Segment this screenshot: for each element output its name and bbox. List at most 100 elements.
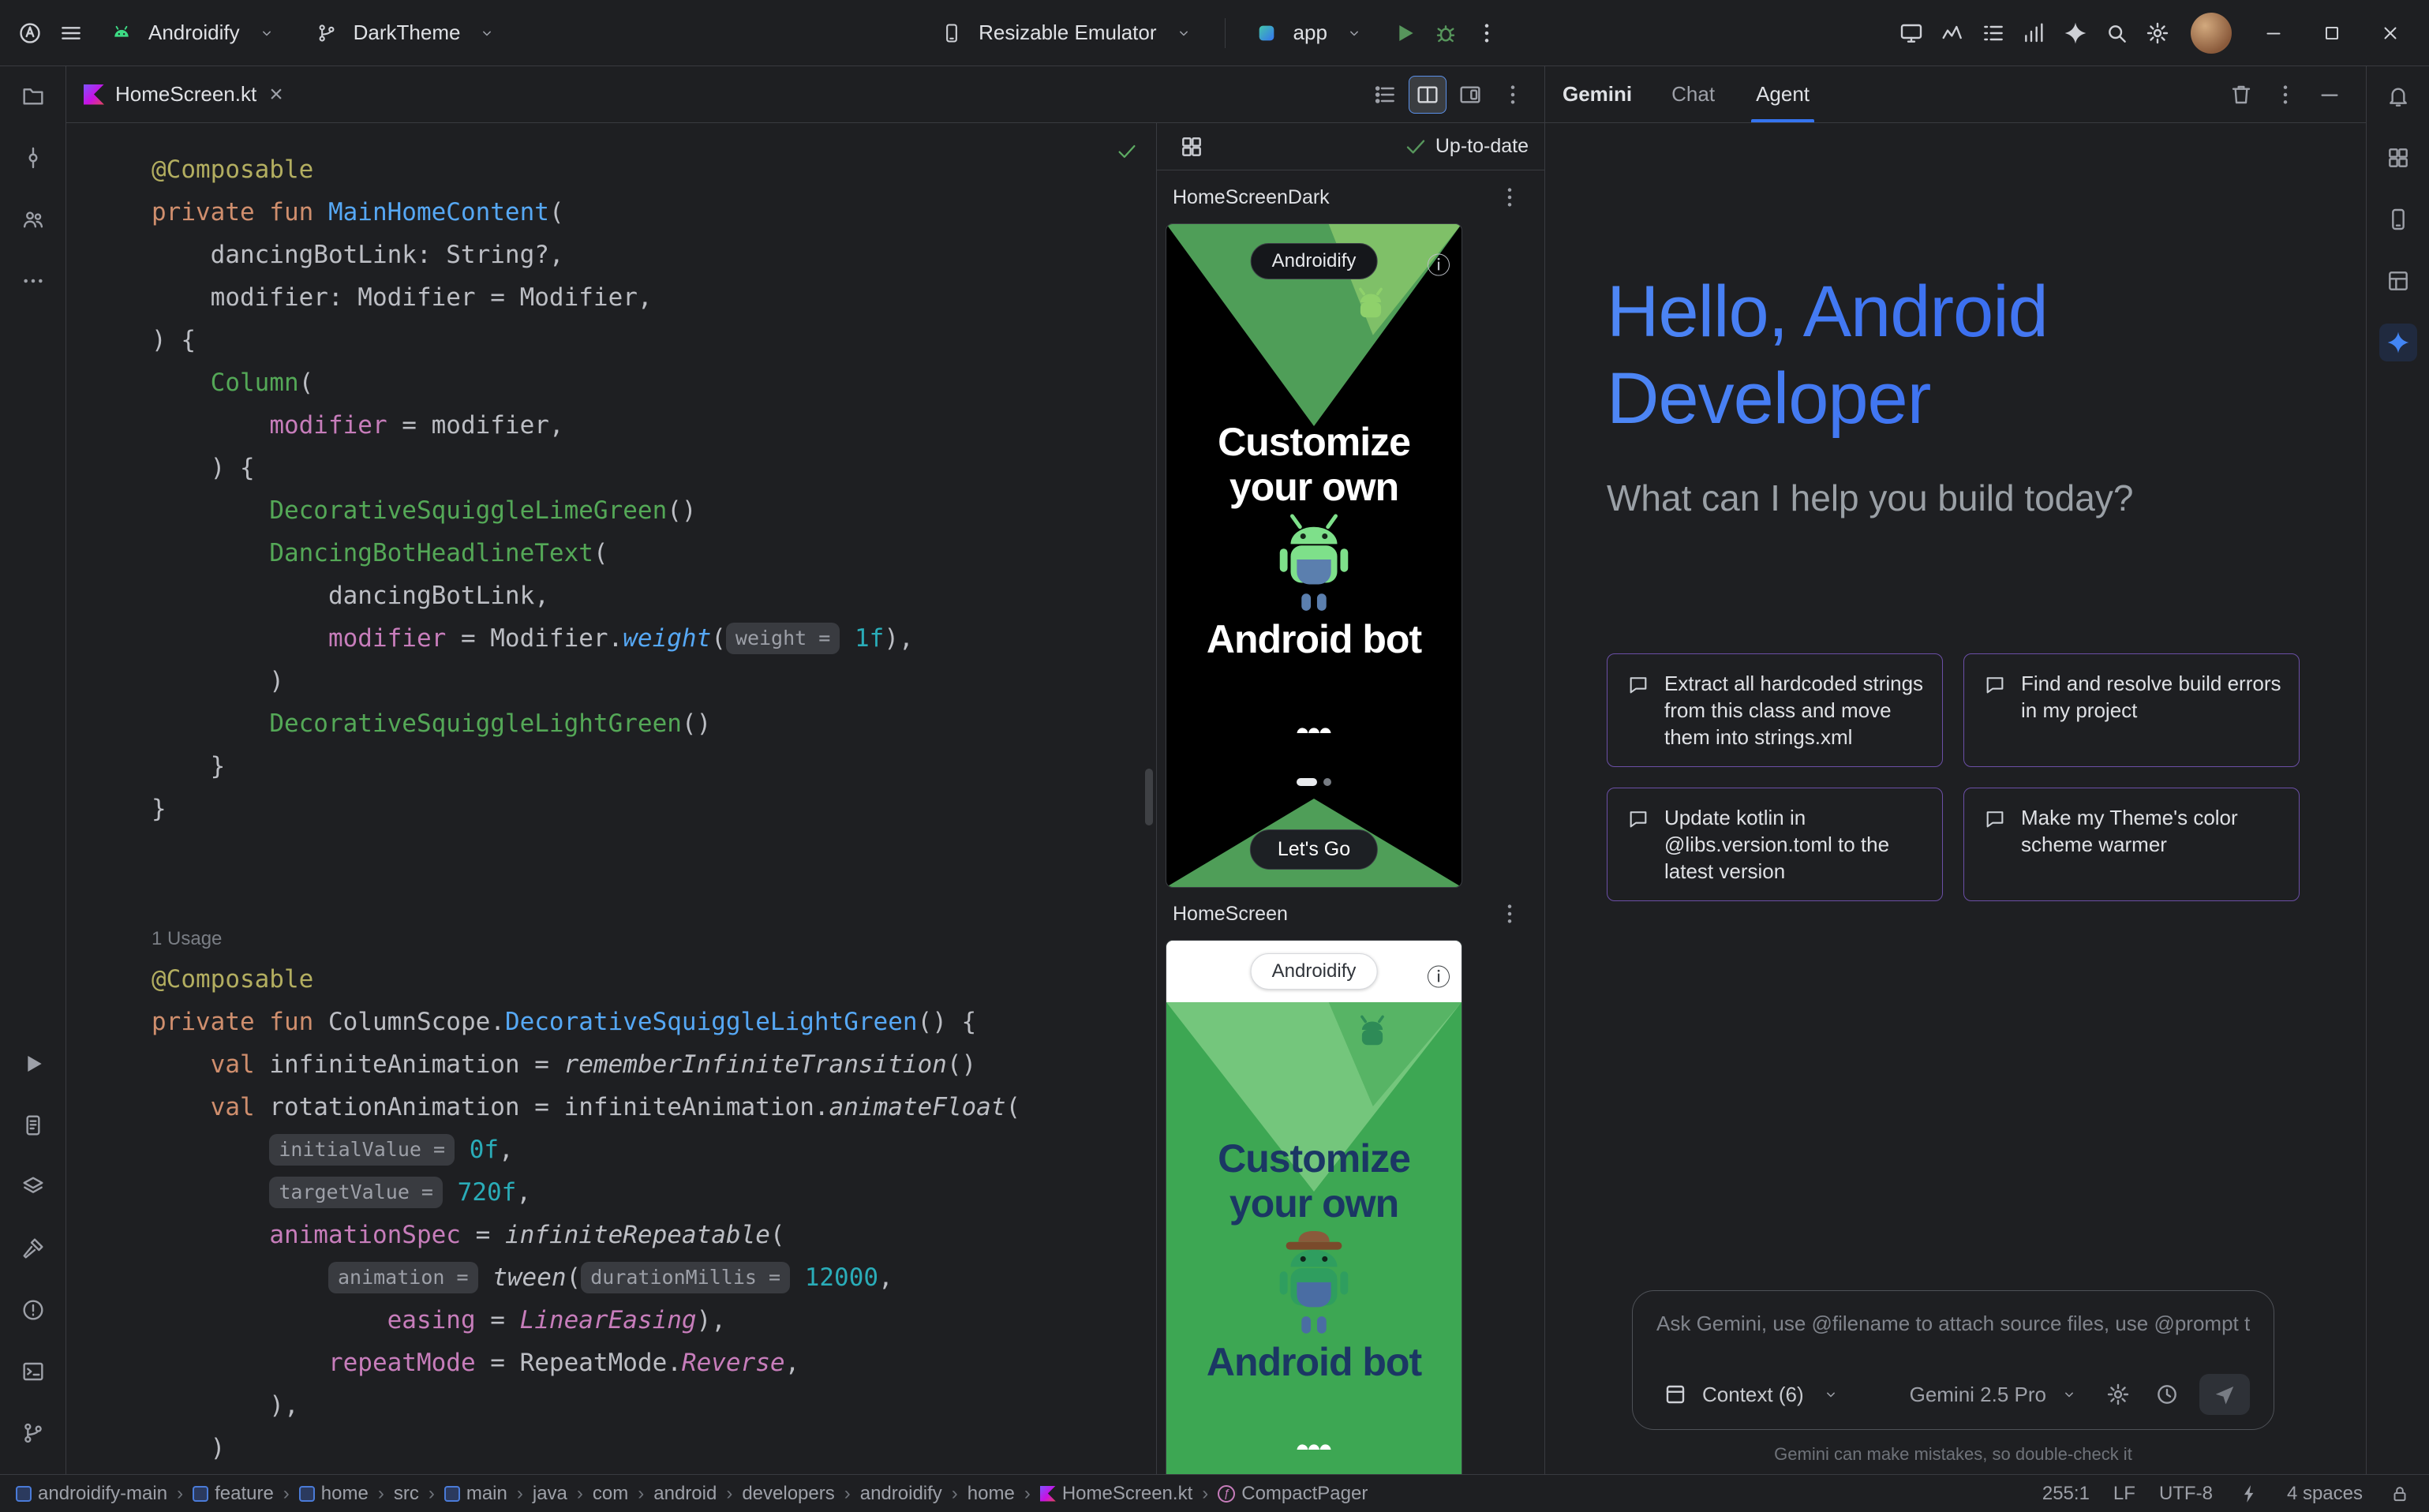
code-line: easing = LinearEasing), xyxy=(152,1299,1156,1342)
debug-button[interactable] xyxy=(1427,14,1465,52)
close-tab-icon[interactable]: × xyxy=(268,83,285,107)
tab-agent[interactable]: Agent xyxy=(1751,66,1814,122)
gemini-suggestion-card[interactable]: Make my Theme's color scheme warmer xyxy=(1963,788,2300,901)
settings-icon[interactable] xyxy=(2102,1378,2135,1411)
hide-panel-icon[interactable] xyxy=(2311,76,2349,114)
run-button[interactable] xyxy=(1386,14,1424,52)
send-button[interactable] xyxy=(2199,1374,2250,1415)
breadcrumb-item[interactable]: src xyxy=(394,1483,419,1505)
breadcrumb-item[interactable]: java xyxy=(533,1483,567,1505)
code-editor[interactable]: @Composableprivate fun MainHomeContent( … xyxy=(66,123,1156,1474)
gemini-suggestion-card[interactable]: Update kotlin in @libs.version.toml to t… xyxy=(1607,788,1943,901)
page-indicator xyxy=(1297,778,1331,786)
terminal-icon[interactable] xyxy=(14,1353,52,1390)
git-icon[interactable] xyxy=(14,1414,52,1452)
context-selector[interactable]: Context (6) xyxy=(1656,1375,1850,1413)
app-insights-icon[interactable] xyxy=(2015,14,2053,52)
breadcrumb-item[interactable]: feature xyxy=(193,1483,274,1505)
left-strip-bottom xyxy=(14,1045,52,1463)
suggestion-text: Make my Theme's color scheme warmer xyxy=(2021,804,2281,858)
profiler-icon[interactable] xyxy=(1933,14,1971,52)
inspections-ok-icon[interactable] xyxy=(1115,134,1139,177)
maximize-window-icon[interactable] xyxy=(2304,9,2360,57)
breadcrumb-item[interactable]: developers xyxy=(742,1483,834,1505)
device-explorer-icon[interactable] xyxy=(2379,200,2417,238)
commit-icon[interactable] xyxy=(14,139,52,177)
breadcrumb-item[interactable]: HomeScreen.kt xyxy=(1040,1483,1192,1505)
breadcrumb-item[interactable]: home xyxy=(299,1483,369,1505)
problems-icon[interactable] xyxy=(14,1291,52,1329)
more-horizontal-icon[interactable] xyxy=(14,262,52,300)
gemini-chat-icon[interactable] xyxy=(2057,14,2094,52)
gemini-suggestion-card[interactable]: Extract all hardcoded strings from this … xyxy=(1607,653,1943,767)
breadcrumb-item[interactable]: ƒCompactPager xyxy=(1218,1483,1368,1505)
logcat-icon[interactable] xyxy=(14,1106,52,1144)
search-icon[interactable] xyxy=(2098,14,2135,52)
more-vertical-icon[interactable] xyxy=(1494,76,1532,114)
file-encoding[interactable]: UTF-8 xyxy=(2159,1483,2213,1505)
preview-grid-icon[interactable] xyxy=(1173,128,1211,166)
tab-chat[interactable]: Chat xyxy=(1667,66,1720,122)
lock-icon[interactable] xyxy=(2386,1480,2413,1507)
more-vertical-icon[interactable] xyxy=(1491,895,1529,933)
project-selector[interactable]: Androidify xyxy=(93,8,295,58)
caret-position[interactable]: 255:1 xyxy=(2042,1483,2090,1505)
preview-phone-dark[interactable]: Androidify ⓘ Customize your own xyxy=(1166,224,1462,887)
user-avatar[interactable] xyxy=(2191,13,2232,54)
project-icon[interactable] xyxy=(14,77,52,115)
split-icon[interactable] xyxy=(1409,76,1447,114)
inspection-icon[interactable] xyxy=(14,1168,52,1206)
history-icon[interactable] xyxy=(2150,1378,2184,1411)
run-config-selector[interactable]: app xyxy=(1238,8,1383,58)
gemini-suggestion-card[interactable]: Find and resolve build errors in my proj… xyxy=(1963,653,2300,767)
more-vertical-icon[interactable] xyxy=(2266,76,2304,114)
layout-inspector-icon[interactable] xyxy=(2379,262,2417,300)
more-vertical-icon[interactable] xyxy=(1491,178,1529,216)
collaboration-icon[interactable] xyxy=(14,200,52,238)
info-icon: ⓘ xyxy=(1427,958,1450,993)
chevron-down-icon xyxy=(248,14,286,52)
line-ending[interactable]: LF xyxy=(2113,1483,2135,1505)
code-line: targetValue = 720f, xyxy=(152,1171,1156,1214)
breadcrumb-item[interactable]: android xyxy=(653,1483,717,1505)
resource-manager-icon[interactable] xyxy=(2379,139,2417,177)
todo-icon[interactable] xyxy=(1974,14,2012,52)
branch-selector[interactable]: DarkTheme xyxy=(298,8,516,58)
run-icon[interactable] xyxy=(14,1045,52,1083)
gemini-icon[interactable] xyxy=(2379,324,2417,361)
more-actions-icon[interactable] xyxy=(1468,14,1506,52)
trash-icon[interactable] xyxy=(2222,76,2260,114)
model-selector[interactable]: Gemini 2.5 Pro xyxy=(1910,1378,2086,1411)
device-selector[interactable]: Resizable Emulator xyxy=(923,8,1211,58)
app-name-pill: Androidify xyxy=(1251,243,1378,279)
breadcrumb-item[interactable]: androidify xyxy=(860,1483,942,1505)
main-menu-icon[interactable] xyxy=(52,14,90,52)
preview-scroll[interactable]: HomeScreenDark Androidify ⓘ Customize yo… xyxy=(1157,170,1544,1474)
gemini-prompt-input[interactable] xyxy=(1656,1312,2250,1336)
lets-go-button: Let's Go xyxy=(1250,829,1378,870)
editor-tabbar: HomeScreen.kt × xyxy=(66,66,1544,123)
chevron-down-icon xyxy=(1335,14,1373,52)
bolt-icon[interactable] xyxy=(2236,1480,2263,1507)
gemini-prompt-box[interactable]: Context (6) Gemini 2.5 Pro xyxy=(1632,1290,2274,1430)
device-streaming-icon[interactable] xyxy=(1892,14,1930,52)
bot-feet-icon xyxy=(1296,1438,1332,1450)
code-line: @Composable xyxy=(152,958,1156,1001)
close-window-icon[interactable] xyxy=(2363,9,2418,57)
breadcrumb-item[interactable]: androidify-main xyxy=(16,1483,167,1505)
device-preview-icon[interactable] xyxy=(1451,76,1489,114)
breadcrumb-item[interactable]: com xyxy=(593,1483,628,1505)
code-line: val rotationAnimation = infiniteAnimatio… xyxy=(152,1086,1156,1128)
indent-setting[interactable]: 4 spaces xyxy=(2287,1483,2363,1505)
breadcrumb-item[interactable]: home xyxy=(967,1483,1015,1505)
build-icon[interactable] xyxy=(14,1229,52,1267)
left-strip-top xyxy=(14,77,52,300)
notifications-icon[interactable] xyxy=(2379,77,2417,115)
preview-phone-light[interactable]: Androidify ⓘ Customize your own xyxy=(1166,941,1462,1474)
editor-tab-homescreen[interactable]: HomeScreen.kt × xyxy=(66,66,302,122)
settings-icon[interactable] xyxy=(2139,14,2176,52)
minimize-window-icon[interactable] xyxy=(2246,9,2301,57)
editor-scrollbar[interactable] xyxy=(1145,769,1153,825)
breadcrumb-item[interactable]: main xyxy=(444,1483,507,1505)
structure-icon[interactable] xyxy=(1366,76,1404,114)
